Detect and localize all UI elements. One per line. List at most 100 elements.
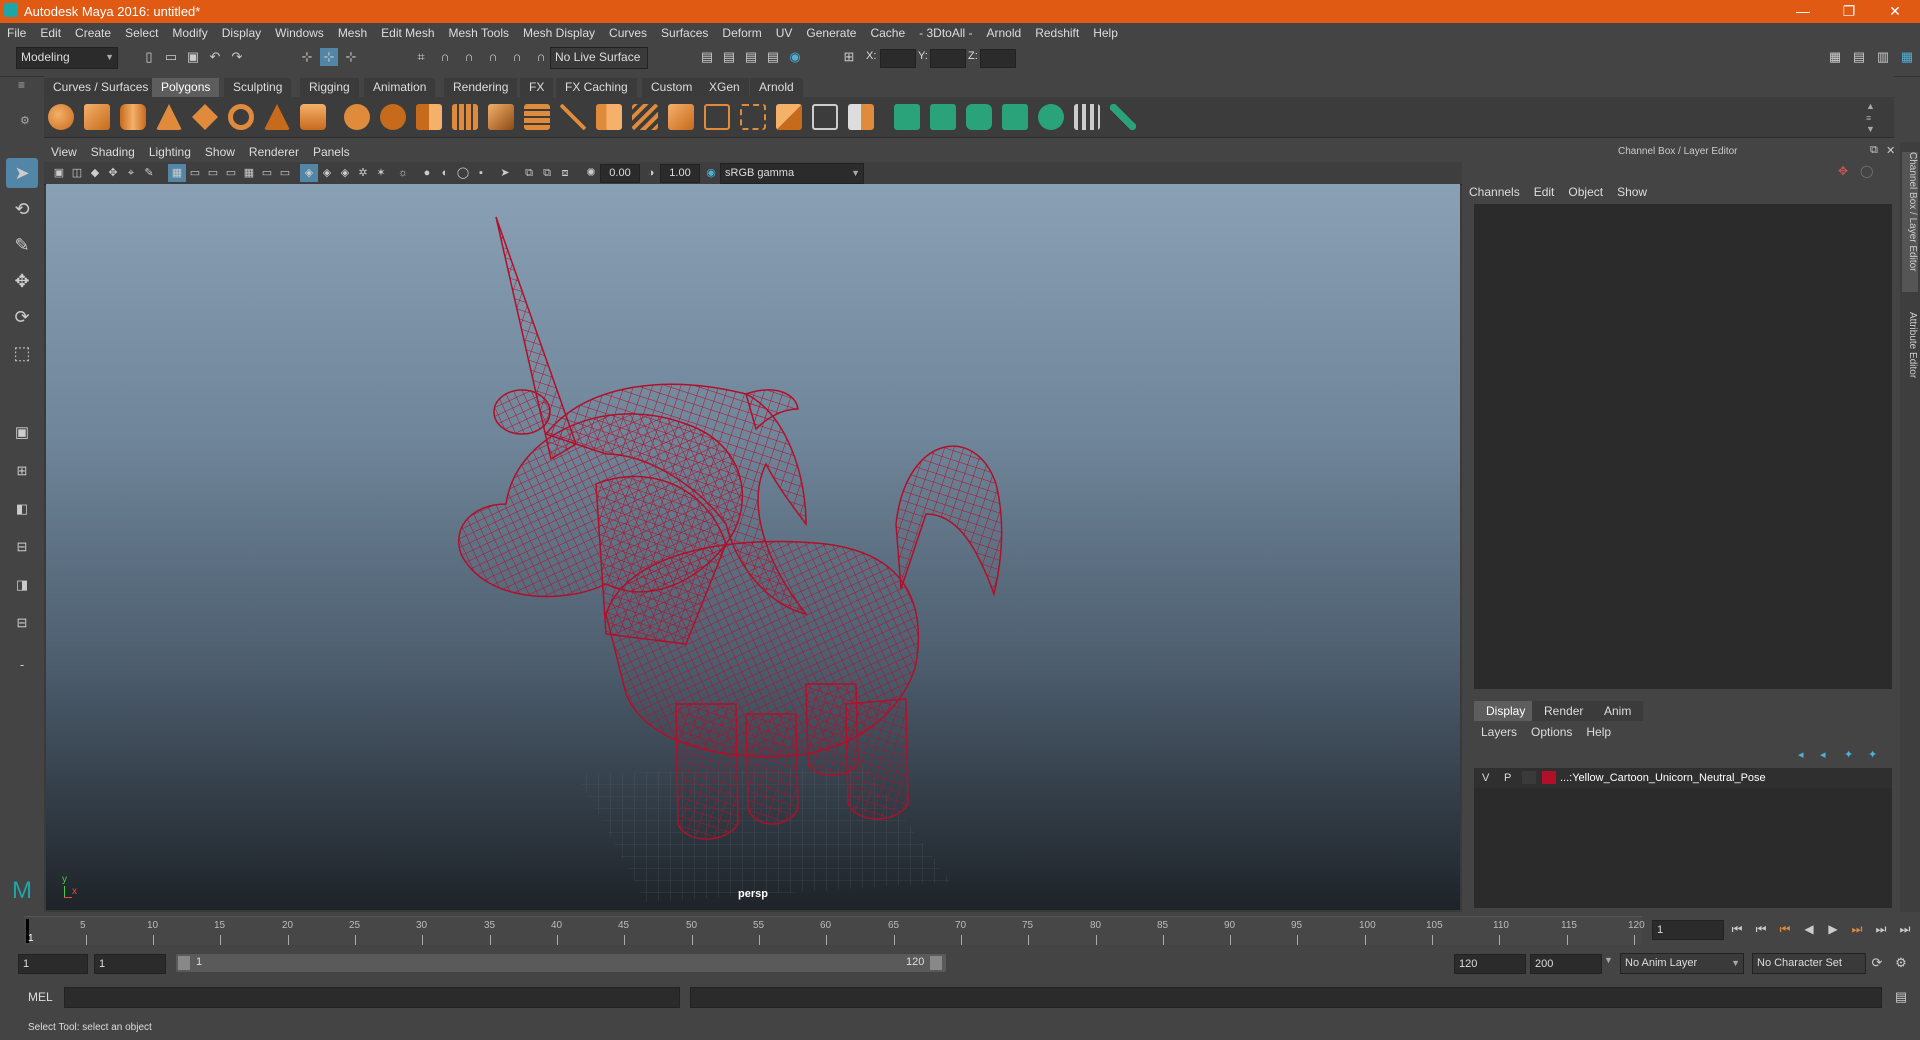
- channel-box-help-icon[interactable]: ◯: [1860, 164, 1873, 178]
- select-component-icon[interactable]: ⊹: [342, 48, 360, 66]
- poly-cone-icon[interactable]: [156, 104, 182, 130]
- channel-box-toggle-icon[interactable]: ▦: [1898, 48, 1916, 66]
- image-plane-icon[interactable]: ✥: [104, 164, 122, 182]
- close-panel-icon[interactable]: ✕: [1886, 144, 1895, 157]
- menu-curves[interactable]: Curves: [602, 23, 654, 44]
- outliner-layout-icon[interactable]: ◧: [6, 494, 38, 524]
- animation-preferences-icon[interactable]: ⚙: [1892, 954, 1910, 972]
- step-forward-key-icon[interactable]: ⏭: [1848, 920, 1866, 938]
- bookmark-icon[interactable]: ◆: [86, 164, 104, 182]
- playback-end-input[interactable]: 120: [1454, 954, 1526, 974]
- layer-tab-display[interactable]: Display: [1474, 701, 1538, 721]
- x-input[interactable]: [880, 49, 916, 68]
- poly-pipe-icon[interactable]: [300, 104, 326, 130]
- isolate-select-icon[interactable]: ➤: [496, 164, 514, 182]
- automatic-mapping-icon[interactable]: [1002, 104, 1028, 130]
- field-chart-icon[interactable]: ▦: [240, 164, 258, 182]
- new-scene-icon[interactable]: ▯: [140, 48, 158, 66]
- layout-more-icon[interactable]: -: [6, 650, 38, 680]
- outliner-persp-layout-icon[interactable]: ◨: [6, 570, 38, 600]
- anim-layer-dropdown[interactable]: No Anim Layer ▼: [1620, 953, 1744, 974]
- minimize-button[interactable]: —: [1780, 0, 1826, 23]
- render-settings-icon[interactable]: ▤: [764, 48, 782, 66]
- side-tab-attribute-editor[interactable]: Attribute Editor: [1902, 312, 1918, 412]
- combine-icon[interactable]: [344, 104, 370, 130]
- z-input[interactable]: [980, 49, 1016, 68]
- go-to-start-icon[interactable]: ⏮: [1728, 920, 1746, 938]
- play-backwards-icon[interactable]: ◀: [1800, 920, 1818, 938]
- graph-editor-layout-icon[interactable]: ⊟: [6, 532, 38, 562]
- side-tab-channel-box[interactable]: Channel Box / Layer Editor: [1902, 152, 1918, 292]
- menu-mesh[interactable]: Mesh: [331, 23, 374, 44]
- move-tool-icon[interactable]: ✥: [6, 266, 38, 296]
- menu-mesh-display[interactable]: Mesh Display: [516, 23, 602, 44]
- menu-select[interactable]: Select: [118, 23, 165, 44]
- shelf-tab-fx-caching[interactable]: FX Caching: [556, 78, 637, 97]
- poly-cube-icon[interactable]: [84, 104, 110, 130]
- shelf-tab-animation[interactable]: Animation: [364, 78, 436, 97]
- y-input[interactable]: [930, 49, 966, 68]
- shelf-settings-icon[interactable]: ⚙: [20, 114, 30, 127]
- select-object-icon[interactable]: ⊹: [320, 48, 338, 66]
- layer-menu-help[interactable]: Help: [1579, 722, 1618, 742]
- menu-redshift[interactable]: Redshift: [1028, 23, 1086, 44]
- motion-blur-icon[interactable]: ◯: [454, 164, 472, 182]
- append-polygon-icon[interactable]: [704, 104, 730, 130]
- film-gate-icon[interactable]: ▭: [186, 164, 204, 182]
- reduce-icon[interactable]: [488, 104, 514, 130]
- smooth-shade-icon[interactable]: ◈: [318, 164, 336, 182]
- grid-toggle-icon[interactable]: ▦: [168, 164, 186, 182]
- shelf-tab-polygons[interactable]: Polygons: [152, 78, 220, 97]
- open-scene-icon[interactable]: ▭: [162, 48, 180, 66]
- viewport-menu-panels[interactable]: Panels: [306, 142, 357, 162]
- chevron-down-icon[interactable]: ▼: [1604, 955, 1613, 965]
- auto-key-icon[interactable]: ⟳: [1868, 954, 1886, 972]
- snap-point-icon[interactable]: ∩: [460, 48, 478, 66]
- target-weld-icon[interactable]: [812, 104, 838, 130]
- channel-box-area[interactable]: [1474, 204, 1892, 689]
- viewport-menu-lighting[interactable]: Lighting: [142, 142, 198, 162]
- safe-title-icon[interactable]: ▭: [276, 164, 294, 182]
- menu-help[interactable]: Help: [1086, 23, 1125, 44]
- play-forwards-icon[interactable]: ▶: [1824, 920, 1842, 938]
- color-management-icon[interactable]: ◉: [702, 164, 720, 182]
- viewport-3d-scene[interactable]: y x persp: [46, 184, 1460, 910]
- resolution-gate-icon[interactable]: ▭: [204, 164, 222, 182]
- rotate-tool-icon[interactable]: ⟳: [6, 302, 38, 332]
- mirror-icon[interactable]: [416, 104, 442, 130]
- menu-windows[interactable]: Windows: [268, 23, 331, 44]
- multi-cut-icon[interactable]: [560, 104, 586, 130]
- snap-grid-icon[interactable]: ⌗: [412, 48, 430, 66]
- playback-start-input[interactable]: 1: [94, 954, 166, 974]
- shelf-tab-sculpting[interactable]: Sculpting: [224, 78, 292, 97]
- exposure-icon[interactable]: ✺: [582, 164, 600, 182]
- current-frame-input[interactable]: 1: [1652, 920, 1724, 940]
- command-language-label[interactable]: MEL: [28, 990, 53, 1004]
- menu-file[interactable]: File: [0, 23, 33, 44]
- viewport-menu-renderer[interactable]: Renderer: [242, 142, 306, 162]
- merge-icon[interactable]: [776, 104, 802, 130]
- menu-modify[interactable]: Modify: [165, 23, 214, 44]
- scene-start-input[interactable]: 1: [18, 954, 88, 974]
- magnet-icon[interactable]: ∩: [532, 48, 550, 66]
- menu-cache[interactable]: Cache: [863, 23, 912, 44]
- 2d-pan-zoom-icon[interactable]: ⌖: [122, 164, 140, 182]
- channel-box-menu-edit[interactable]: Edit: [1527, 182, 1562, 202]
- snap-curve-icon[interactable]: ∩: [436, 48, 454, 66]
- uv-editor-icon[interactable]: [894, 104, 920, 130]
- menu-3dtoall[interactable]: - 3DtoAll -: [912, 23, 979, 44]
- range-bar[interactable]: 1 120: [176, 954, 946, 972]
- range-end-handle[interactable]: [930, 956, 942, 970]
- viewport-menu-shading[interactable]: Shading: [84, 142, 142, 162]
- ambient-occlusion-icon[interactable]: ◐: [436, 164, 454, 182]
- shelf-tab-custom[interactable]: Custom: [642, 78, 702, 97]
- cut-uv-icon[interactable]: [1110, 104, 1136, 130]
- channel-box-menu-show[interactable]: Show: [1610, 182, 1654, 202]
- channel-box-menu-object[interactable]: Object: [1561, 182, 1610, 202]
- poly-torus-icon[interactable]: [228, 104, 254, 130]
- step-back-key-icon[interactable]: ⏮: [1776, 920, 1794, 938]
- bevel-icon[interactable]: [632, 104, 658, 130]
- shelf-scroll-down-icon[interactable]: ▼: [1866, 124, 1875, 134]
- step-back-frame-icon[interactable]: ⏮: [1752, 920, 1770, 938]
- transform-mode-icon[interactable]: ⊞: [840, 48, 858, 66]
